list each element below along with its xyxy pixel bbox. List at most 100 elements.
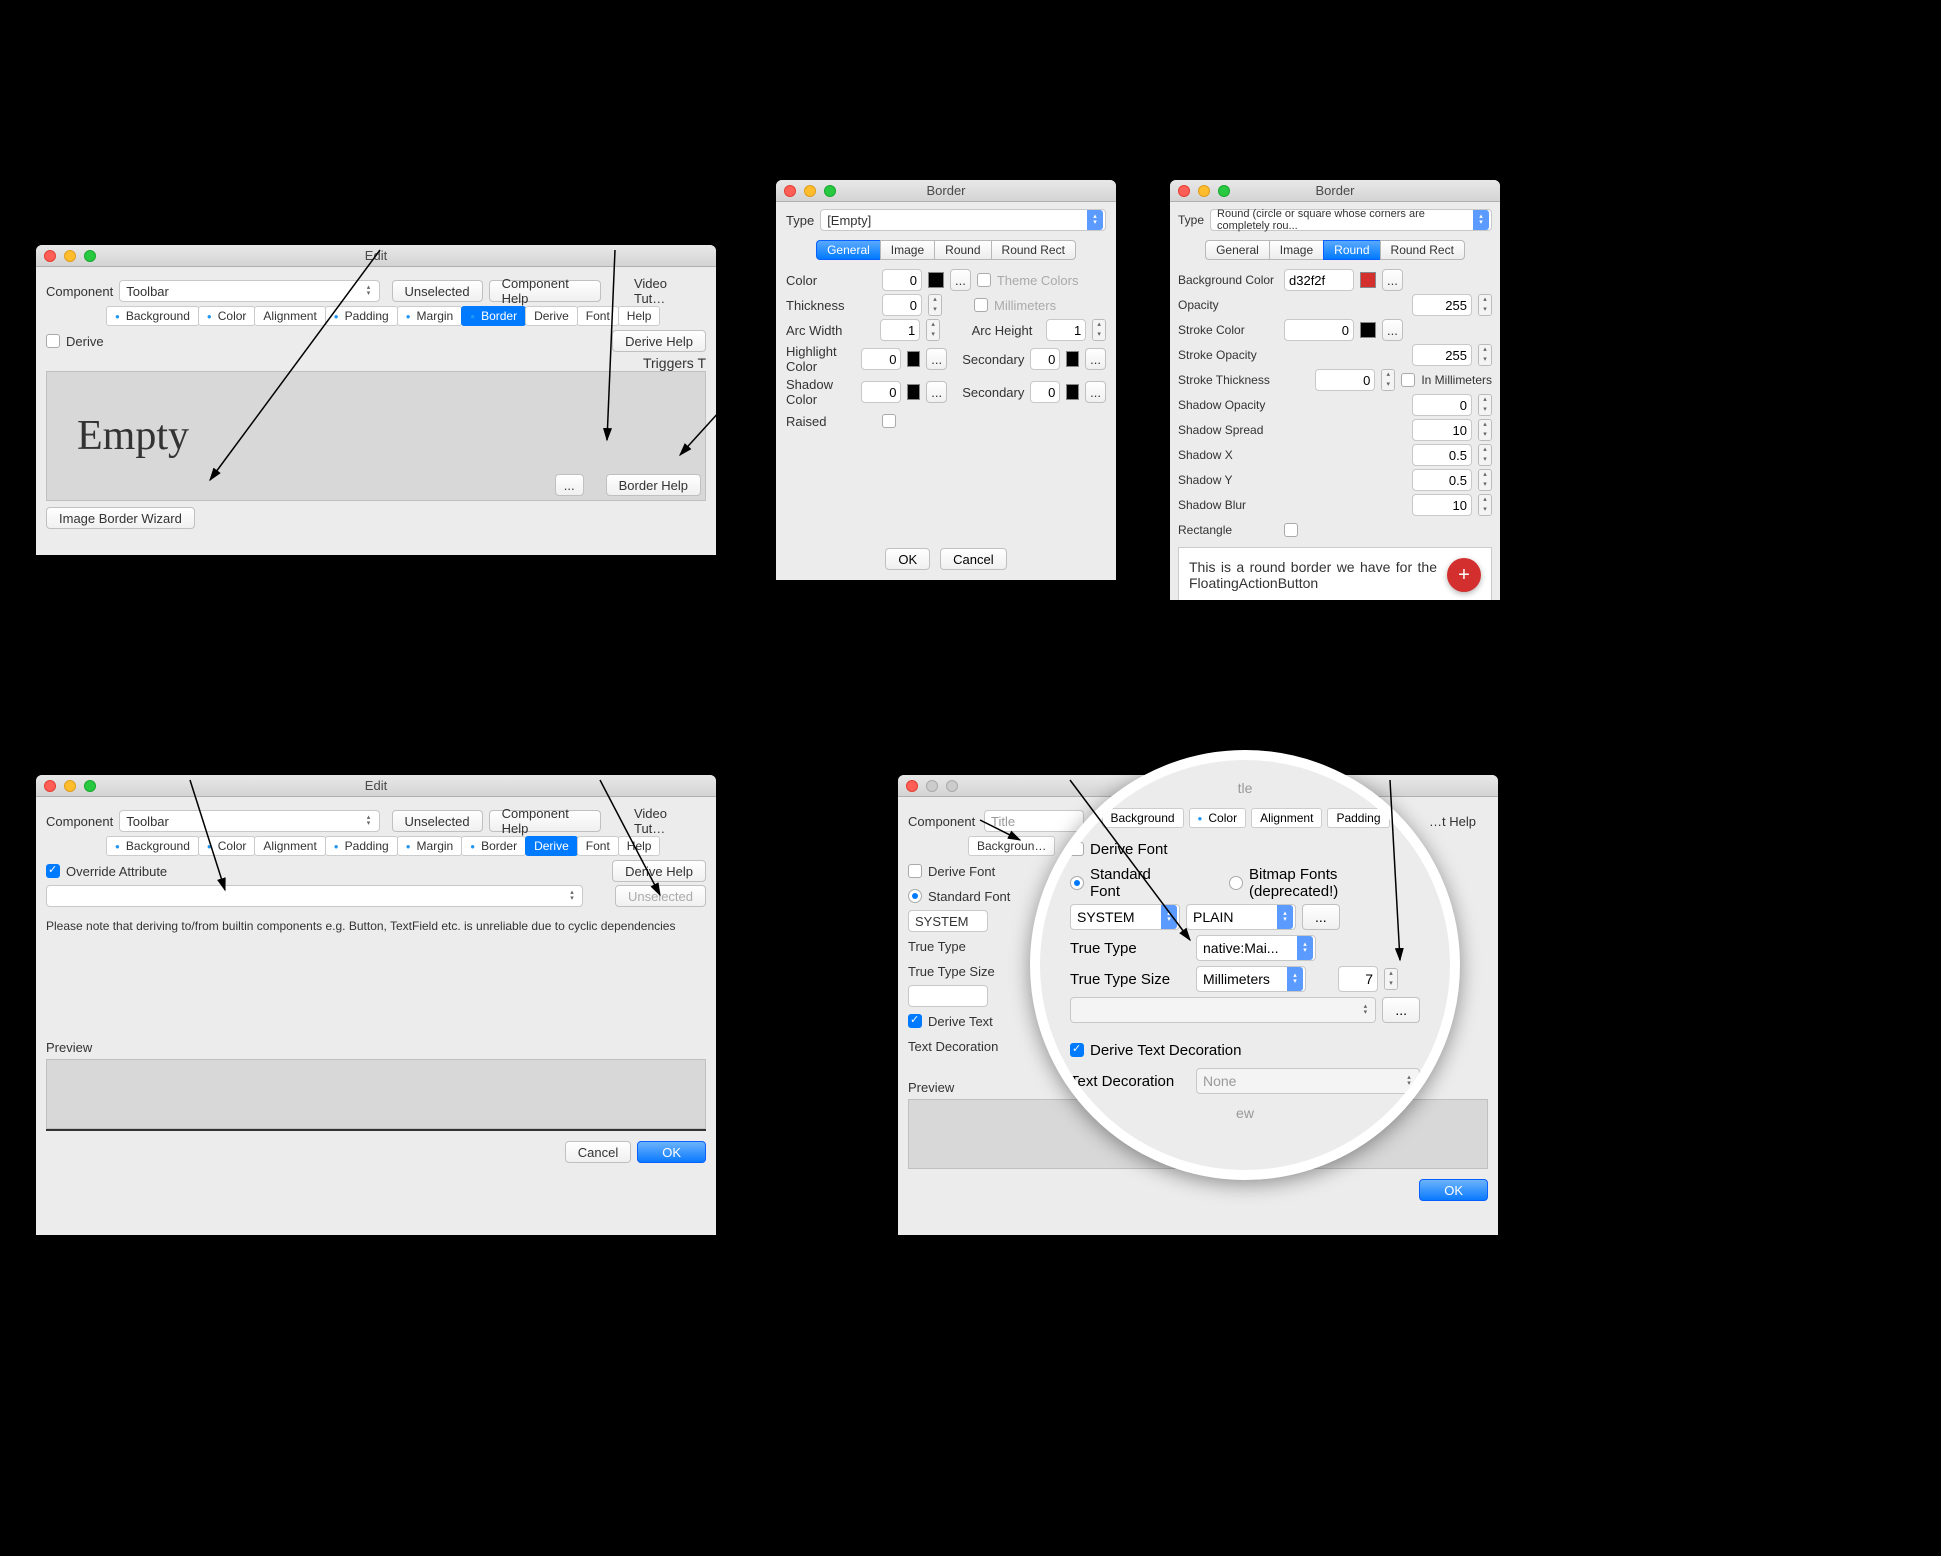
zmillimeters-select[interactable]: Millimeters <box>1196 966 1306 992</box>
component-select[interactable]: Title <box>984 810 1084 832</box>
ellipsis-button[interactable]: ... <box>555 474 584 496</box>
arc-width-field[interactable] <box>880 319 920 341</box>
tab-derive[interactable]: Derive <box>525 836 578 856</box>
derive-help-button[interactable]: Derive Help <box>612 330 706 352</box>
zstandard-font-radio[interactable] <box>1070 876 1084 890</box>
thickness-stepper[interactable]: ▴▾ <box>928 294 942 316</box>
zsystem-select[interactable]: SYSTEM <box>1070 904 1180 930</box>
arc-height-stepper[interactable]: ▴▾ <box>1092 319 1106 341</box>
shadow-opacity-field[interactable] <box>1412 394 1472 416</box>
shadow-spread-stepper[interactable]: ▴▾ <box>1478 419 1492 441</box>
millimeters-checkbox[interactable] <box>974 298 988 312</box>
tab-color[interactable]: Color <box>198 836 256 856</box>
minimize-icon[interactable] <box>1198 185 1210 197</box>
zsize-stepper[interactable]: ▴▾ <box>1384 968 1398 990</box>
shadow-blur-field[interactable] <box>1412 494 1472 516</box>
seg-roundrect[interactable]: Round Rect <box>1380 240 1465 260</box>
ok-button[interactable]: OK <box>637 1141 706 1163</box>
ztab-alignment[interactable]: Alignment <box>1251 808 1322 828</box>
tab-background[interactable]: Background <box>106 836 199 856</box>
close-icon[interactable] <box>1178 185 1190 197</box>
tab-border[interactable]: Border <box>461 836 526 856</box>
arc-height-field[interactable] <box>1046 319 1086 341</box>
standard-font-radio-side[interactable] <box>908 889 922 903</box>
tab-derive[interactable]: Derive <box>525 306 578 326</box>
cancel-button[interactable]: Cancel <box>565 1141 631 1163</box>
override-checkbox[interactable] <box>46 864 60 878</box>
ztab-color[interactable]: Color <box>1189 808 1247 828</box>
stroke-opacity-stepper[interactable]: ▴▾ <box>1478 344 1492 366</box>
bg-color-swatch[interactable] <box>1360 272 1376 288</box>
secondary-swatch[interactable] <box>1066 351 1079 367</box>
tab-background-side[interactable]: Backgroun… <box>968 836 1055 856</box>
secondary-field[interactable] <box>1030 348 1060 370</box>
derive-checkbox[interactable] <box>46 334 60 348</box>
component-help-button[interactable]: Component Help <box>489 280 602 302</box>
component-help-button[interactable]: Component Help <box>489 810 602 832</box>
derive-help-button[interactable]: Derive Help <box>612 860 706 882</box>
stroke-color-more[interactable]: ... <box>1382 319 1403 341</box>
secondary2-more[interactable]: ... <box>1085 381 1106 403</box>
shadow-opacity-stepper[interactable]: ▴▾ <box>1478 394 1492 416</box>
system-select-side[interactable]: SYSTEM <box>908 910 988 932</box>
zoom-icon[interactable] <box>824 185 836 197</box>
shadow-field[interactable] <box>861 381 901 403</box>
secondary2-field[interactable] <box>1030 381 1060 403</box>
tab-font[interactable]: Font <box>577 306 619 326</box>
secondary2-swatch[interactable] <box>1066 384 1079 400</box>
image-border-wizard-button[interactable]: Image Border Wizard <box>46 507 195 529</box>
color-more[interactable]: ... <box>950 269 971 291</box>
unselected-action-button[interactable]: Unselected <box>615 885 706 907</box>
opacity-stepper[interactable]: ▴▾ <box>1478 294 1492 316</box>
minimize-icon[interactable] <box>804 185 816 197</box>
ztrue-type-select[interactable]: native:Mai... <box>1196 935 1316 961</box>
color-swatch[interactable] <box>928 272 944 288</box>
video-tutorial-link[interactable]: Video Tut… <box>622 810 706 832</box>
seg-round[interactable]: Round <box>934 240 990 260</box>
tab-padding[interactable]: Padding <box>325 836 398 856</box>
stroke-thickness-stepper[interactable]: ▴▾ <box>1381 369 1395 391</box>
tab-help[interactable]: Help <box>618 836 661 856</box>
tab-font[interactable]: Font <box>577 836 619 856</box>
shadow-spread-field[interactable] <box>1412 419 1472 441</box>
zderive-text-deco-checkbox[interactable] <box>1070 1043 1084 1057</box>
unselected-button[interactable]: Unselected <box>392 280 483 302</box>
opacity-field[interactable] <box>1412 294 1472 316</box>
highlight-swatch[interactable] <box>907 351 920 367</box>
derive-text-checkbox-side[interactable] <box>908 1014 922 1028</box>
shadow-y-field[interactable] <box>1412 469 1472 491</box>
tab-border[interactable]: Border <box>461 306 526 326</box>
unselected-button[interactable]: Unselected <box>392 810 483 832</box>
tab-background[interactable]: Background <box>106 306 199 326</box>
zfont-ellipsis-button[interactable]: ... <box>1382 997 1420 1023</box>
zoom-icon[interactable] <box>84 780 96 792</box>
close-icon[interactable] <box>784 185 796 197</box>
theme-colors-checkbox[interactable] <box>977 273 991 287</box>
seg-round[interactable]: Round <box>1323 240 1379 260</box>
derive-font-checkbox-side[interactable] <box>908 864 922 878</box>
seg-image[interactable]: Image <box>1269 240 1323 260</box>
derive-from-select[interactable] <box>46 885 583 907</box>
component-select[interactable]: Toolbar <box>119 810 379 832</box>
border-help-button[interactable]: Border Help <box>606 474 701 496</box>
stroke-thickness-field[interactable] <box>1315 369 1375 391</box>
shadow-x-field[interactable] <box>1412 444 1472 466</box>
zoom-icon[interactable] <box>84 250 96 262</box>
type-select[interactable]: [Empty] <box>820 209 1106 231</box>
tab-alignment[interactable]: Alignment <box>254 836 325 856</box>
zsize-field[interactable] <box>1338 966 1378 992</box>
type-select[interactable]: Round (circle or square whose corners ar… <box>1210 209 1492 231</box>
in-millimeters-checkbox[interactable] <box>1401 373 1415 387</box>
zoom-icon[interactable] <box>1218 185 1230 197</box>
minimize-icon[interactable] <box>64 250 76 262</box>
close-icon[interactable] <box>44 250 56 262</box>
secondary-more[interactable]: ... <box>1085 348 1106 370</box>
video-tutorial-link[interactable]: Video Tut… <box>622 280 706 302</box>
ztab-padding[interactable]: Padding <box>1327 808 1389 828</box>
bg-color-field[interactable] <box>1284 269 1354 291</box>
highlight-field[interactable] <box>861 348 901 370</box>
seg-general[interactable]: General <box>816 240 880 260</box>
seg-general[interactable]: General <box>1205 240 1269 260</box>
minimize-icon[interactable] <box>64 780 76 792</box>
zplain-select[interactable]: PLAIN <box>1186 904 1296 930</box>
